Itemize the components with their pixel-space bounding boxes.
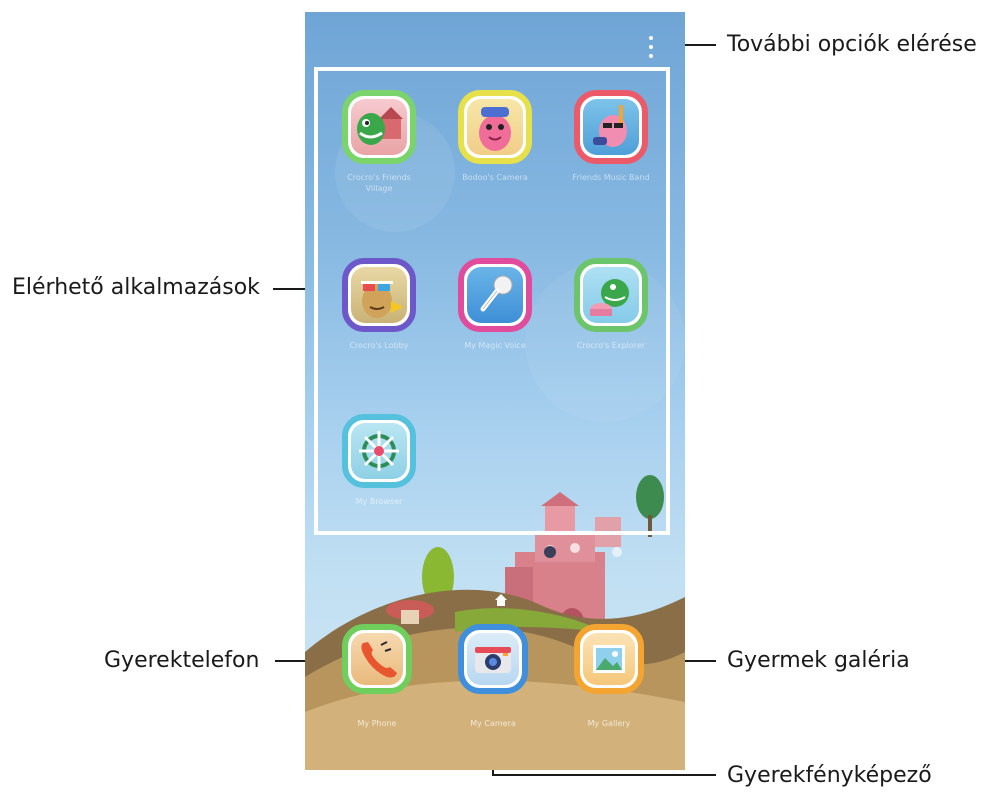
- app-friends-music-band[interactable]: Friends Music Band: [569, 90, 653, 210]
- app-my-magic-voice[interactable]: My Magic Voice: [453, 258, 537, 378]
- 3d-glasses-creature-icon: [342, 258, 416, 332]
- app-label: My Browser: [355, 497, 403, 506]
- camera-icon: [458, 624, 528, 694]
- app-label: Crocro's Lobby: [349, 341, 409, 350]
- app-bodoo-camera[interactable]: Bodoo's Camera: [453, 90, 537, 210]
- phone-icon: [342, 624, 412, 694]
- kids-camera-callout: Gyerekfényképező: [727, 763, 932, 788]
- app-crocro-lobby[interactable]: Crocro's Lobby: [337, 258, 421, 378]
- dock-my-phone[interactable]: My Phone: [335, 624, 419, 742]
- gallery-icon: [574, 624, 644, 694]
- kids-phone-callout: Gyerektelefon: [104, 648, 260, 673]
- app-label: Crocro's Friends Village: [347, 173, 411, 193]
- kids-gallery-callout: Gyermek galéria: [727, 648, 910, 673]
- dock-my-gallery[interactable]: My Gallery: [567, 624, 651, 742]
- app-label: My Camera: [470, 719, 516, 728]
- available-apps-callout: Elérhető alkalmazások: [12, 275, 260, 300]
- more-dot: [649, 36, 653, 40]
- app-my-browser[interactable]: My Browser: [337, 414, 421, 534]
- dino-house-icon: [342, 90, 416, 164]
- kids-camera-leader-h: [492, 774, 716, 776]
- microphone-icon: [458, 258, 532, 332]
- more-dot: [649, 45, 653, 49]
- app-label: My Gallery: [587, 719, 631, 728]
- phone-screen: Crocro's Friends Village Bodoo's Camera: [305, 12, 685, 770]
- app-label: My Phone: [357, 719, 397, 728]
- more-options-button[interactable]: [643, 36, 659, 58]
- more-options-callout: További opciók elérése: [727, 32, 977, 57]
- pink-creature-icon: [458, 90, 532, 164]
- app-label: My Magic Voice: [464, 341, 526, 350]
- ship-wheel-icon: [342, 414, 416, 488]
- app-crocro-village[interactable]: Crocro's Friends Village: [337, 90, 421, 210]
- app-label: Crocro's Explorer: [576, 341, 646, 350]
- app-label: Friends Music Band: [572, 173, 650, 182]
- app-label: Bodoo's Camera: [462, 173, 528, 182]
- dino-drum-icon: [574, 258, 648, 332]
- flamingo-guitar-icon: [574, 90, 648, 164]
- dock-my-camera[interactable]: My Camera: [451, 624, 535, 742]
- more-dot: [649, 54, 653, 58]
- app-crocro-explorer[interactable]: Crocro's Explorer: [569, 258, 653, 378]
